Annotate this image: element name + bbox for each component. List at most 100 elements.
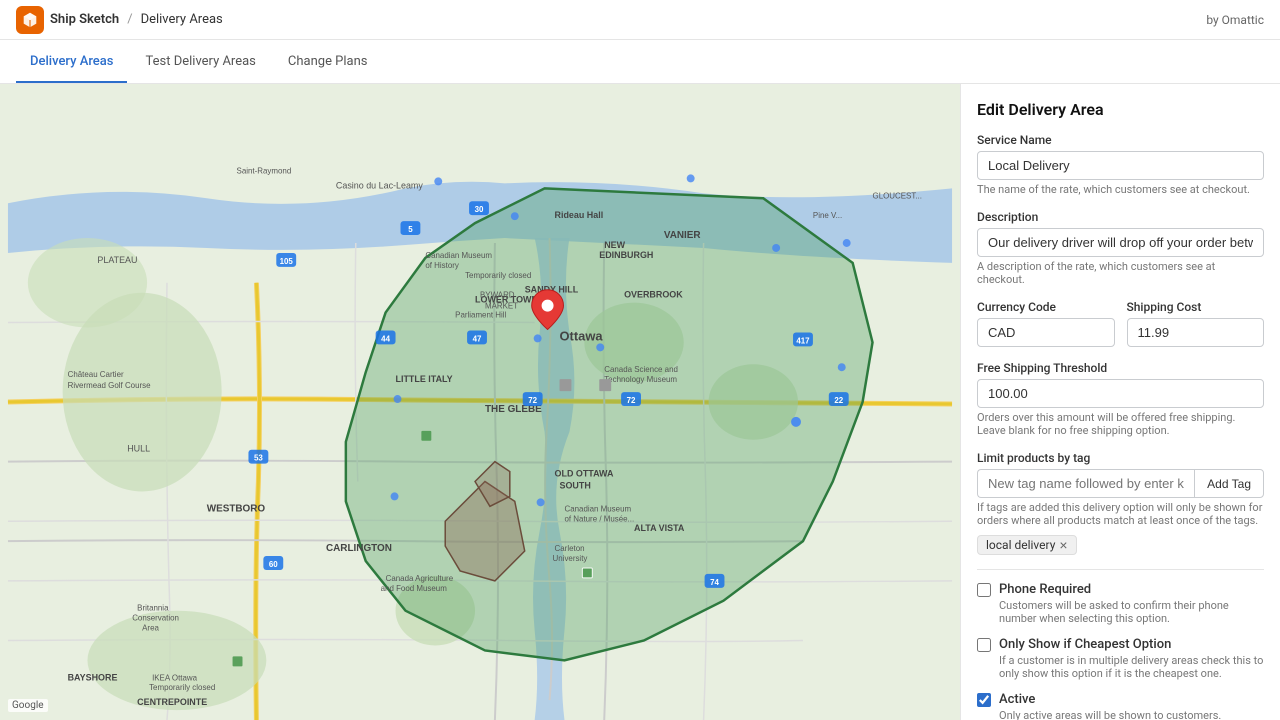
shipping-cost-group: Shipping Cost [1127,300,1265,347]
limit-tags-group: Limit products by tag Add Tag If tags ar… [977,451,1264,555]
svg-text:Rideau Hall: Rideau Hall [555,210,604,220]
currency-code-group: Currency Code [977,300,1115,347]
only-cheapest-title: Only Show if Cheapest Option [999,637,1264,652]
tab-delivery-areas[interactable]: Delivery Areas [16,44,127,83]
service-name-label: Service Name [977,133,1264,147]
page-breadcrumb: Delivery Areas [141,12,223,27]
svg-text:Pine V...: Pine V... [813,211,842,220]
svg-text:Canada Science and: Canada Science and [604,365,678,374]
service-name-input[interactable] [977,151,1264,180]
svg-text:Technology Museum: Technology Museum [604,375,677,384]
svg-text:IKEA Ottawa: IKEA Ottawa [152,673,198,682]
topbar: Ship Sketch / Delivery Areas by Omattic [0,0,1280,40]
only-cheapest-label[interactable]: Only Show if Cheapest Option If a custom… [977,637,1264,680]
free-threshold-label: Free Shipping Threshold [977,361,1264,375]
map-background: PLATEAU Château Cartier Rivermead Golf C… [0,84,960,720]
svg-text:53: 53 [254,454,263,463]
active-checkbox[interactable] [977,693,991,707]
svg-text:74: 74 [710,578,719,587]
limit-tags-label: Limit products by tag [977,451,1264,465]
breadcrumb-sep: / [127,12,132,27]
only-cheapest-checkbox[interactable] [977,638,991,652]
topbar-right: by Omattic [1206,13,1264,27]
active-desc: Only active areas will be shown to custo… [999,709,1221,720]
svg-text:Saint-Raymond: Saint-Raymond [237,166,292,175]
tag-input[interactable] [977,469,1194,498]
svg-text:Carleton: Carleton [555,544,585,553]
description-label: Description [977,210,1264,224]
svg-text:NEW: NEW [604,240,625,250]
svg-text:Canadian Museum: Canadian Museum [425,251,492,260]
svg-text:5: 5 [408,225,413,234]
svg-text:Canada Agriculture: Canada Agriculture [386,574,454,583]
phone-required-title: Phone Required [999,582,1264,597]
svg-text:OLD OTTAWA: OLD OTTAWA [555,469,614,479]
svg-text:EDINBURGH: EDINBURGH [599,250,653,260]
svg-text:Conservation: Conservation [132,614,179,623]
svg-text:30: 30 [475,205,484,214]
tags-hint: If tags are added this delivery option w… [977,501,1264,527]
svg-text:ALTA VISTA: ALTA VISTA [634,523,685,533]
only-cheapest-desc: If a customer is in multiple delivery ar… [999,654,1264,680]
by-label: by Omattic [1206,13,1264,27]
only-cheapest-group: Only Show if Cheapest Option If a custom… [977,637,1264,680]
svg-text:LITTLE ITALY: LITTLE ITALY [396,374,453,384]
active-label[interactable]: Active Only active areas will be shown t… [977,692,1264,720]
currency-shipping-row: Currency Code Shipping Cost [977,300,1264,361]
svg-text:Area: Area [142,624,159,633]
nav-tabs: Delivery Areas Test Delivery Areas Chang… [0,40,1280,84]
app-logo [16,6,44,34]
svg-text:417: 417 [796,336,810,345]
svg-text:WESTBORO: WESTBORO [207,503,266,514]
tag-label: local delivery [986,538,1055,552]
svg-text:Casino du Lac-Leamy: Casino du Lac-Leamy [336,180,423,190]
svg-text:CENTREPOINTE: CENTREPOINTE [137,697,207,707]
svg-text:MARKET: MARKET [485,302,518,311]
svg-text:Rivermead Golf Course: Rivermead Golf Course [68,381,152,390]
svg-text:University: University [553,554,588,563]
currency-code-label: Currency Code [977,300,1115,314]
svg-text:HULL: HULL [127,444,150,454]
tab-change-plans[interactable]: Change Plans [274,44,382,83]
map-container[interactable]: PLATEAU Château Cartier Rivermead Golf C… [0,84,960,720]
currency-code-input[interactable] [977,318,1115,347]
tab-test-delivery-areas[interactable]: Test Delivery Areas [131,44,269,83]
svg-text:105: 105 [280,257,294,266]
description-group: Description A description of the rate, w… [977,210,1264,286]
phone-required-desc: Customers will be asked to confirm their… [999,599,1264,625]
svg-text:SOUTH: SOUTH [560,480,591,490]
add-tag-button[interactable]: Add Tag [1194,469,1264,498]
active-group: Active Only active areas will be shown t… [977,692,1264,720]
svg-text:BYWARD: BYWARD [480,291,515,300]
svg-text:of Nature / Musée...: of Nature / Musée... [564,514,634,523]
svg-text:72: 72 [627,396,636,405]
svg-text:Canadian Museum: Canadian Museum [564,504,631,513]
svg-text:VANIER: VANIER [664,230,701,241]
svg-text:of History: of History [425,261,459,270]
svg-text:GLOUCEST...: GLOUCEST... [873,191,922,200]
sidebar: Edit Delivery Area Service Name The name… [960,84,1280,720]
free-threshold-input[interactable] [977,379,1264,408]
svg-text:44: 44 [381,334,390,343]
svg-text:Château Cartier: Château Cartier [68,370,124,379]
svg-text:and Food Museum: and Food Museum [381,584,448,593]
svg-text:Ottawa: Ottawa [560,328,604,343]
tag-input-row: Add Tag [977,469,1264,498]
svg-text:CARLINGTON: CARLINGTON [326,543,392,554]
phone-required-label[interactable]: Phone Required Customers will be asked t… [977,582,1264,625]
svg-text:22: 22 [834,396,843,405]
description-hint: A description of the rate, which custome… [977,260,1264,286]
phone-required-group: Phone Required Customers will be asked t… [977,582,1264,625]
free-threshold-group: Free Shipping Threshold Orders over this… [977,361,1264,437]
tag-item: local delivery × [977,535,1077,555]
shipping-cost-label: Shipping Cost [1127,300,1265,314]
svg-text:72: 72 [528,396,537,405]
service-name-hint: The name of the rate, which customers se… [977,183,1264,196]
svg-text:Temporarily closed: Temporarily closed [149,683,215,692]
google-watermark: Google [8,699,48,712]
phone-required-checkbox[interactable] [977,583,991,597]
svg-text:60: 60 [269,560,278,569]
shipping-cost-input[interactable] [1127,318,1265,347]
description-input[interactable] [977,228,1264,257]
tag-remove-button[interactable]: × [1059,538,1067,552]
